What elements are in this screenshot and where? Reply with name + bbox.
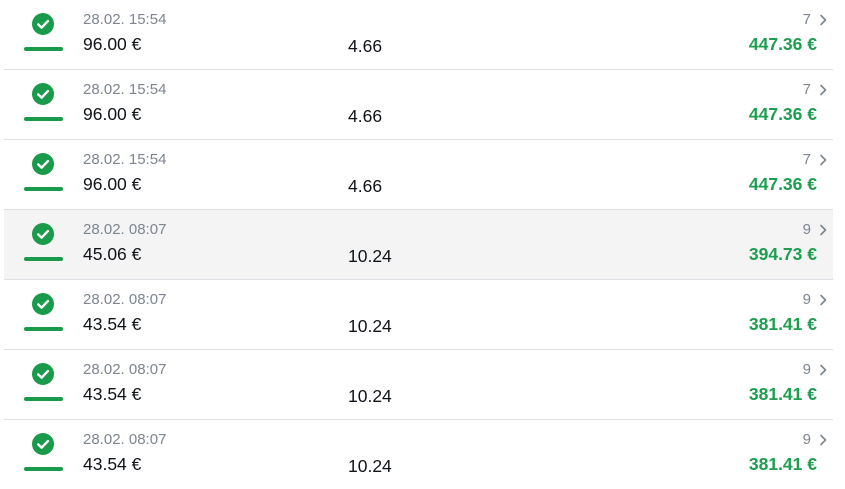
chevron-right-icon[interactable] [819, 364, 828, 376]
check-circle-icon [32, 433, 54, 455]
bet-stake: 43.54 € [83, 314, 142, 334]
bet-odds: 10.24 [348, 386, 392, 406]
chevron-right-icon[interactable] [819, 154, 828, 166]
bet-payout: 381.41 € [748, 454, 817, 474]
bet-stake: 96.00 € [83, 174, 142, 194]
selection-count: 9 [802, 221, 811, 238]
selection-count: 7 [802, 151, 811, 168]
bet-timestamp: 28.02. 15:54 [83, 81, 167, 98]
bet-stake: 96.00 € [83, 34, 142, 54]
bet-payout: 381.41 € [748, 314, 817, 334]
bet-row[interactable]: 28.02. 15:54 96.00 € 4.66 7 447.36 € [4, 70, 833, 140]
bet-row[interactable]: 28.02. 15:54 96.00 € 4.66 7 447.36 € [4, 140, 833, 210]
status-bar [24, 467, 63, 471]
bet-odds: 10.24 [348, 456, 392, 476]
bet-odds: 10.24 [348, 246, 392, 266]
bet-row[interactable]: 28.02. 08:07 43.54 € 10.24 9 381.41 € [4, 420, 833, 489]
bet-payout: 447.36 € [748, 34, 817, 54]
selection-count: 9 [802, 361, 811, 378]
bet-stake: 96.00 € [83, 104, 142, 124]
bet-timestamp: 28.02. 15:54 [83, 151, 167, 168]
bet-stake: 43.54 € [83, 454, 142, 474]
bet-odds: 10.24 [348, 316, 392, 336]
bet-history-list: 28.02. 15:54 96.00 € 4.66 7 447.36 € 28.… [0, 0, 845, 489]
check-circle-icon [32, 153, 54, 175]
selection-count: 7 [802, 81, 811, 98]
selection-count: 7 [802, 11, 811, 28]
check-circle-icon [32, 363, 54, 385]
bet-payout: 447.36 € [748, 104, 817, 124]
bet-payout: 447.36 € [748, 174, 817, 194]
bet-row-hovered[interactable]: 28.02. 08:07 45.06 € 10.24 9 394.73 € [4, 210, 833, 280]
bet-timestamp: 28.02. 15:54 [83, 11, 167, 28]
bet-row[interactable]: 28.02. 08:07 43.54 € 10.24 9 381.41 € [4, 280, 833, 350]
check-circle-icon [32, 223, 54, 245]
bet-timestamp: 28.02. 08:07 [83, 291, 167, 308]
status-bar [24, 187, 63, 191]
chevron-right-icon[interactable] [819, 14, 828, 26]
status-bar [24, 327, 63, 331]
bet-stake: 43.54 € [83, 384, 142, 404]
bet-stake: 45.06 € [83, 244, 142, 264]
bet-payout: 381.41 € [748, 384, 817, 404]
bet-odds: 4.66 [348, 106, 383, 126]
status-bar [24, 117, 63, 121]
chevron-right-icon[interactable] [819, 84, 828, 96]
bet-row[interactable]: 28.02. 15:54 96.00 € 4.66 7 447.36 € [4, 0, 833, 70]
bet-row[interactable]: 28.02. 08:07 43.54 € 10.24 9 381.41 € [4, 350, 833, 420]
chevron-right-icon[interactable] [819, 294, 828, 306]
selection-count: 9 [802, 291, 811, 308]
selection-count: 9 [802, 431, 811, 448]
check-circle-icon [32, 13, 54, 35]
bet-timestamp: 28.02. 08:07 [83, 361, 167, 378]
bet-timestamp: 28.02. 08:07 [83, 431, 167, 448]
check-circle-icon [32, 293, 54, 315]
bet-odds: 4.66 [348, 36, 383, 56]
status-bar [24, 47, 63, 51]
chevron-right-icon[interactable] [819, 224, 828, 236]
bet-odds: 4.66 [348, 176, 383, 196]
bet-timestamp: 28.02. 08:07 [83, 221, 167, 238]
chevron-right-icon[interactable] [819, 434, 828, 446]
status-bar [24, 397, 63, 401]
status-bar [24, 257, 63, 261]
check-circle-icon [32, 83, 54, 105]
bet-payout: 394.73 € [748, 244, 817, 264]
